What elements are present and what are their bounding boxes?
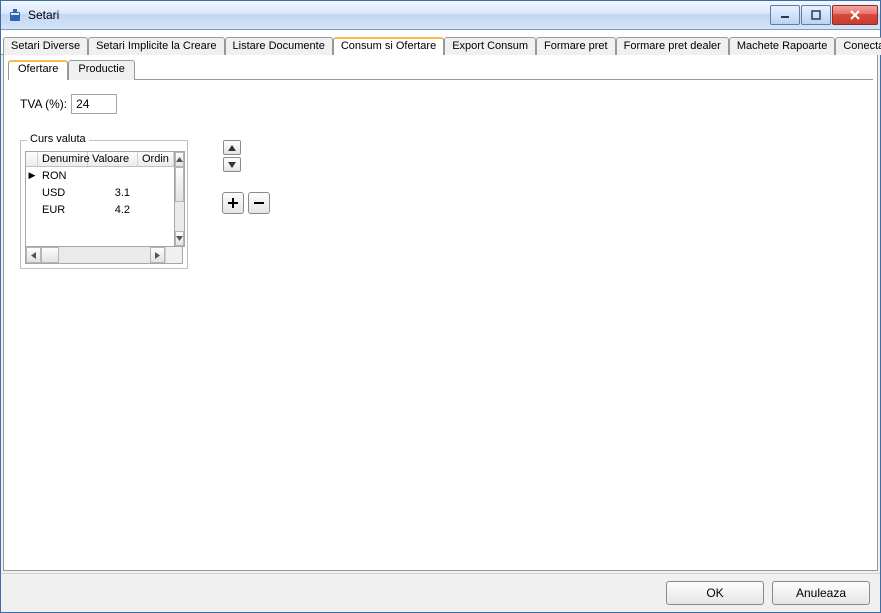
main-tabstrip: Setari Diverse Setari Implicite la Crear… — [1, 30, 880, 55]
scroll-up-icon[interactable] — [175, 152, 184, 167]
tab-panel: Ofertare Productie TVA (%): 24 Curs valu… — [3, 55, 878, 571]
cell-name[interactable]: USD — [38, 187, 88, 199]
table-row[interactable]: USD 3.1 — [26, 184, 174, 201]
subtab-ofertare[interactable]: Ofertare — [8, 60, 68, 80]
scroll-corner — [165, 247, 182, 263]
close-button[interactable] — [832, 5, 878, 25]
tab-listare-documente[interactable]: Listare Documente — [225, 37, 333, 55]
scroll-track[interactable] — [41, 247, 150, 263]
grid-corner — [26, 152, 38, 166]
tab-consum-si-ofertare[interactable]: Consum si Ofertare — [333, 37, 444, 55]
col-header-value[interactable]: Valoare — [88, 152, 138, 166]
cancel-button[interactable]: Anuleaza — [772, 581, 870, 605]
grid-side-controls — [222, 140, 270, 214]
grid-body: ▶ RON USD 3.1 — [26, 167, 174, 246]
cell-name[interactable]: RON — [38, 170, 88, 182]
scroll-thumb[interactable] — [41, 247, 59, 263]
move-down-button[interactable] — [223, 157, 241, 172]
col-header-order[interactable]: Ordin — [138, 152, 174, 166]
window-title: Setari — [28, 8, 769, 22]
grid-horizontal-scrollbar[interactable] — [25, 247, 183, 264]
grid-header: Denumire Valoare Ordin — [26, 152, 174, 167]
table-row[interactable]: ▶ RON — [26, 167, 174, 184]
ok-button[interactable]: OK — [666, 581, 764, 605]
remove-button[interactable] — [248, 192, 270, 214]
add-button[interactable] — [222, 192, 244, 214]
tab-setari-implicite[interactable]: Setari Implicite la Creare — [88, 37, 224, 55]
grid-vertical-scrollbar[interactable] — [175, 151, 185, 247]
sub-tabstrip: Ofertare Productie — [8, 59, 873, 80]
cell-value[interactable]: 3.1 — [88, 187, 138, 199]
tva-input[interactable]: 24 — [71, 94, 117, 114]
tab-export-consum[interactable]: Export Consum — [444, 37, 536, 55]
title-bar: Setari — [1, 1, 880, 30]
scroll-right-icon[interactable] — [150, 247, 165, 263]
cell-name[interactable]: EUR — [38, 204, 88, 216]
tab-formare-pret-dealer[interactable]: Formare pret dealer — [616, 37, 729, 55]
ofertare-panel: TVA (%): 24 Curs valuta Denumire Valoare… — [8, 80, 873, 566]
scroll-left-icon[interactable] — [26, 247, 41, 263]
dialog-footer: OK Anuleaza — [1, 573, 880, 612]
settings-window: Setari Setari Diverse Setari Implicite l… — [0, 0, 881, 613]
currency-group-label: Curs valuta — [27, 133, 89, 145]
tab-machete-rapoarte[interactable]: Machete Rapoarte — [729, 37, 836, 55]
scroll-down-icon[interactable] — [175, 231, 184, 246]
maximize-button[interactable] — [801, 5, 831, 25]
currency-grid[interactable]: Denumire Valoare Ordin ▶ RON — [25, 151, 175, 247]
row-indicator-icon: ▶ — [26, 170, 38, 181]
window-controls — [769, 5, 878, 25]
scroll-thumb[interactable] — [175, 167, 184, 202]
move-up-button[interactable] — [223, 140, 241, 155]
tab-setari-diverse[interactable]: Setari Diverse — [3, 37, 88, 55]
table-row[interactable]: EUR 4.2 — [26, 201, 174, 218]
subtab-productie[interactable]: Productie — [68, 60, 134, 80]
cell-value[interactable]: 4.2 — [88, 204, 138, 216]
scroll-track[interactable] — [175, 167, 184, 231]
tab-formare-pret[interactable]: Formare pret — [536, 37, 616, 55]
col-header-name[interactable]: Denumire — [38, 152, 88, 166]
minimize-button[interactable] — [770, 5, 800, 25]
app-icon — [7, 7, 23, 23]
tab-conecta[interactable]: Conecta — [835, 37, 881, 55]
currency-groupbox: Curs valuta Denumire Valoare Ordin — [20, 140, 188, 269]
tva-label: TVA (%): — [20, 97, 67, 111]
